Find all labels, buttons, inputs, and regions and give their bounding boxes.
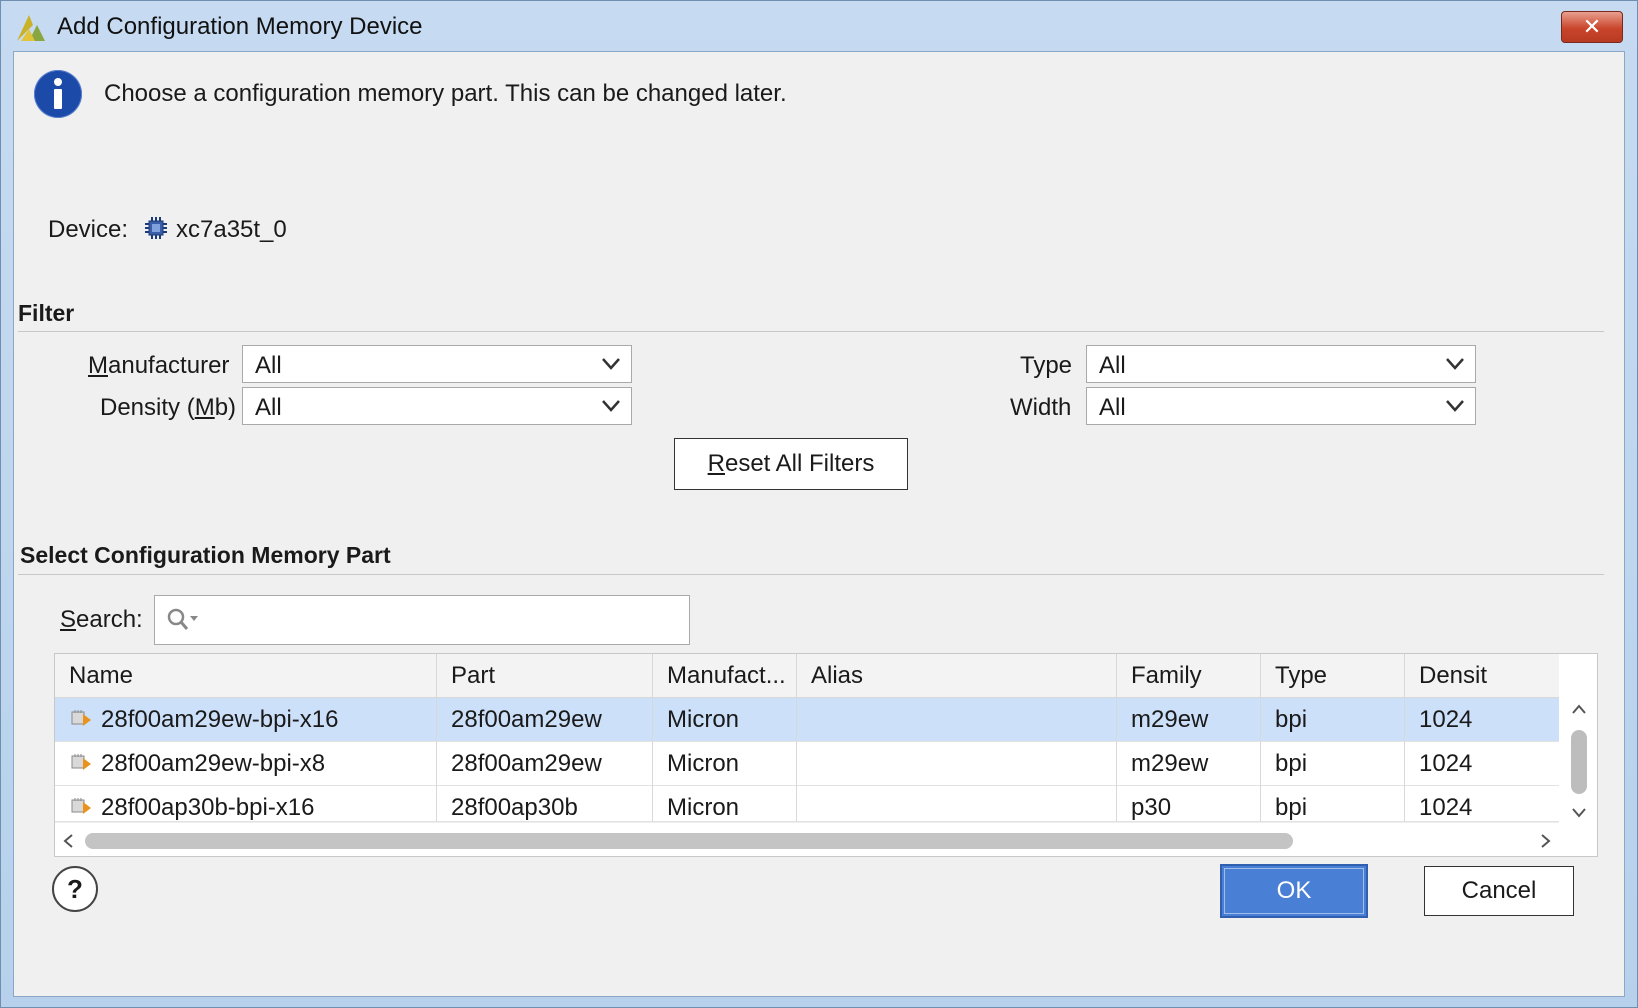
memory-part-icon xyxy=(71,754,91,770)
close-button[interactable]: ✕ xyxy=(1561,11,1623,43)
help-icon: ? xyxy=(67,873,83,904)
column-header-part[interactable]: Part xyxy=(437,654,653,698)
table-row[interactable]: 28f00am29ew-bpi-x16 28f00am29ew Micron m… xyxy=(55,698,1559,742)
density-label-pre: Density ( xyxy=(100,394,195,421)
density-mnemonic: M xyxy=(194,394,215,421)
density-value: All xyxy=(255,394,282,421)
filter-divider xyxy=(18,331,1604,332)
cell-type: bpi xyxy=(1261,742,1405,786)
cell-name: 28f00am29ew-bpi-x8 xyxy=(55,742,437,786)
search-icon xyxy=(167,608,198,630)
horizontal-scroll-thumb[interactable] xyxy=(85,833,1293,849)
column-header-alias[interactable]: Alias xyxy=(797,654,1117,698)
device-value: xc7a35t_0 xyxy=(176,216,287,243)
type-select[interactable]: All xyxy=(1086,345,1476,383)
select-part-divider xyxy=(18,574,1604,575)
vivado-logo-icon xyxy=(17,15,45,41)
horizontal-scrollbar[interactable] xyxy=(55,822,1559,856)
scroll-down-icon[interactable] xyxy=(1571,806,1587,820)
table-row[interactable]: 28f00ap30b-bpi-x16 28f00ap30b Micron p30… xyxy=(55,786,1559,822)
type-label: Type xyxy=(1020,352,1073,379)
close-icon: ✕ xyxy=(1582,14,1602,39)
cancel-button[interactable]: Cancel xyxy=(1424,866,1574,916)
cell-manufacturer: Micron xyxy=(653,786,797,821)
cell-alias xyxy=(797,698,1117,742)
window-title: Add Configuration Memory Device xyxy=(57,13,423,40)
dialog-body: Choose a configuration memory part. This… xyxy=(13,51,1625,997)
cell-part: 28f00am29ew xyxy=(437,698,653,742)
column-header-type[interactable]: Type xyxy=(1261,654,1405,698)
info-icon xyxy=(34,70,82,118)
chevron-down-icon xyxy=(602,400,620,412)
chevron-down-icon xyxy=(602,358,620,370)
density-label-post: b) xyxy=(214,394,237,421)
chevron-down-icon xyxy=(1446,400,1464,412)
cell-type: bpi xyxy=(1261,698,1405,742)
cell-manufacturer: Micron xyxy=(653,698,797,742)
column-header-density[interactable]: Densit xyxy=(1405,654,1489,698)
column-header-family[interactable]: Family xyxy=(1117,654,1261,698)
memory-parts-table: Name Part Manufact... Alias Family Type … xyxy=(54,653,1598,857)
manufacturer-mnemonic: M xyxy=(88,352,108,379)
part-name: 28f00am29ew-bpi-x8 xyxy=(101,750,326,777)
manufacturer-label-rest: anufacturer xyxy=(108,352,230,379)
density-select[interactable]: All xyxy=(242,387,632,425)
search-mnemonic: S xyxy=(60,606,77,633)
cell-density: 1024 xyxy=(1419,794,1473,821)
device-label: Device: xyxy=(48,216,129,243)
cell-density: 1024 xyxy=(1419,706,1473,733)
manufacturer-label: Manufacturer xyxy=(88,352,229,380)
cell-family: p30 xyxy=(1117,786,1261,821)
manufacturer-select[interactable]: All xyxy=(242,345,632,383)
scroll-left-icon[interactable] xyxy=(61,833,75,849)
cell-part: 28f00am29ew xyxy=(437,742,653,786)
dialog-window: Add Configuration Memory Device ✕ Choose… xyxy=(0,0,1638,1008)
cell-family: m29ew xyxy=(1117,742,1261,786)
help-button[interactable]: ? xyxy=(52,866,98,912)
table-header: Name Part Manufact... Alias Family Type … xyxy=(55,654,1559,698)
select-part-section-title: Select Configuration Memory Part xyxy=(20,542,391,568)
cell-alias xyxy=(797,742,1117,786)
cell-density: 1024 xyxy=(1419,750,1473,777)
cell-name: 28f00am29ew-bpi-x16 xyxy=(55,698,437,742)
table-row[interactable]: 28f00am29ew-bpi-x8 28f00am29ew Micron m2… xyxy=(55,742,1559,786)
search-label: Search: xyxy=(60,606,143,634)
type-value: All xyxy=(1099,352,1126,379)
cell-family: m29ew xyxy=(1117,698,1261,742)
search-label-rest: earch: xyxy=(76,606,143,633)
density-label: Density (Mb) xyxy=(100,394,236,422)
reset-label: eset All Filters xyxy=(724,450,875,477)
width-label: Width xyxy=(1010,394,1072,421)
reset-mnemonic: R xyxy=(707,450,725,477)
scroll-right-icon[interactable] xyxy=(1539,833,1553,849)
vertical-scrollbar[interactable] xyxy=(1563,698,1595,822)
manufacturer-value: All xyxy=(255,352,282,379)
part-name: 28f00am29ew-bpi-x16 xyxy=(101,706,339,733)
title-bar[interactable]: Add Configuration Memory Device ✕ xyxy=(1,1,1637,51)
vertical-scroll-thumb[interactable] xyxy=(1571,730,1587,794)
reset-all-filters-button[interactable]: Reset All Filters xyxy=(674,438,908,490)
chip-icon xyxy=(145,217,167,239)
cell-type: bpi xyxy=(1261,786,1405,821)
column-header-manufacturer[interactable]: Manufact... xyxy=(653,654,797,698)
memory-part-icon xyxy=(71,798,91,814)
cell-name: 28f00ap30b-bpi-x16 xyxy=(55,786,437,821)
search-input[interactable] xyxy=(154,595,690,645)
cell-part: 28f00ap30b xyxy=(437,786,653,821)
column-header-name[interactable]: Name xyxy=(55,654,437,698)
part-name: 28f00ap30b-bpi-x16 xyxy=(101,794,315,821)
ok-button[interactable]: OK xyxy=(1220,864,1368,918)
filter-section-title: Filter xyxy=(18,300,75,326)
memory-part-icon xyxy=(71,710,91,726)
width-select[interactable]: All xyxy=(1086,387,1476,425)
cell-manufacturer: Micron xyxy=(653,742,797,786)
chevron-down-icon xyxy=(1446,358,1464,370)
width-value: All xyxy=(1099,394,1126,421)
info-message: Choose a configuration memory part. This… xyxy=(104,80,787,107)
scroll-up-icon[interactable] xyxy=(1571,702,1587,716)
cell-alias xyxy=(797,786,1117,821)
